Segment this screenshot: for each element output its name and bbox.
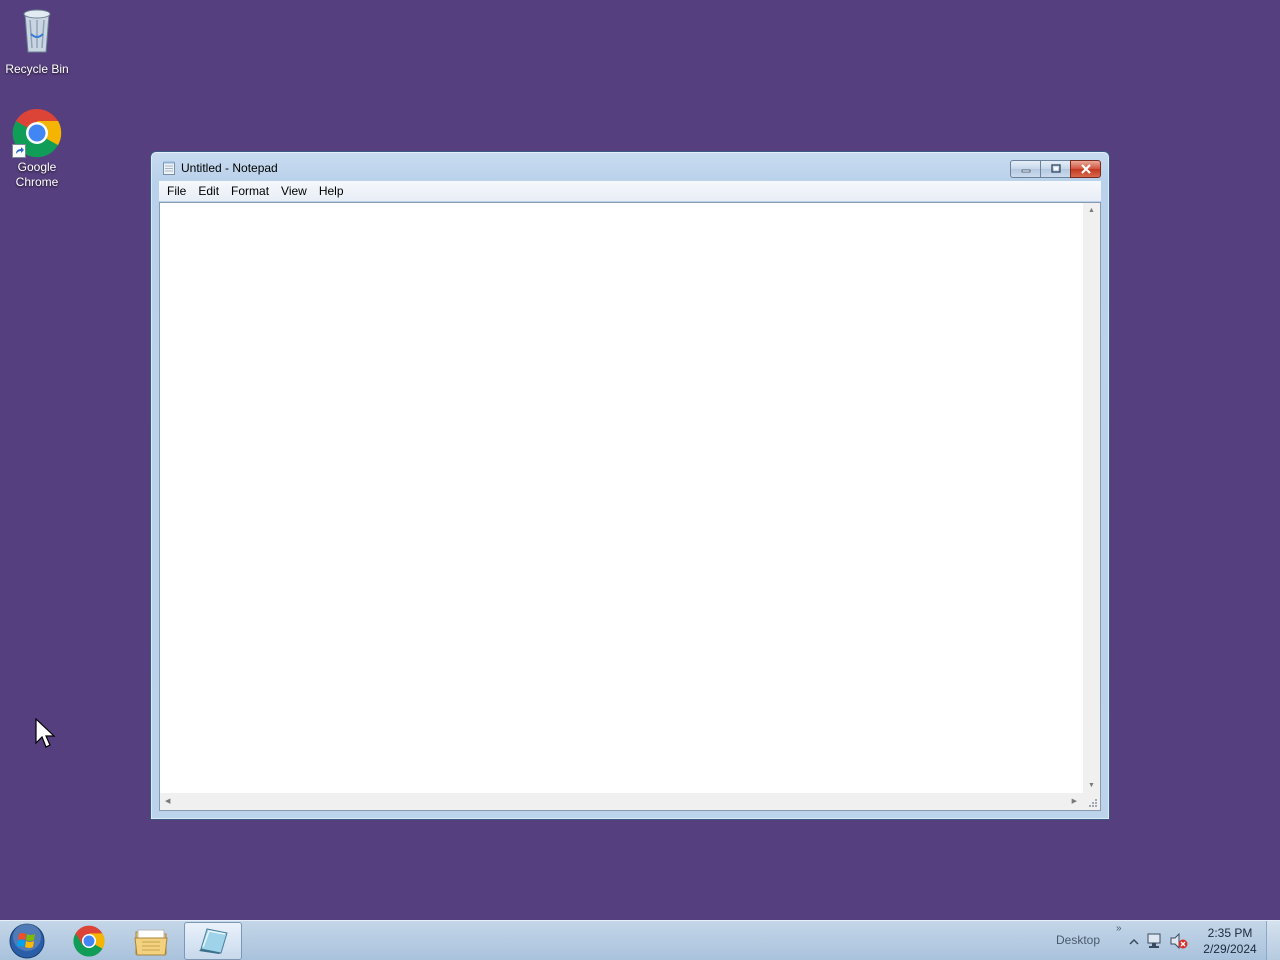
taskbar-notepad[interactable] bbox=[184, 922, 242, 960]
mouse-cursor-icon bbox=[35, 717, 57, 753]
window-title: Untitled - Notepad bbox=[181, 161, 278, 175]
vertical-scrollbar[interactable]: ▲ ▼ bbox=[1083, 203, 1100, 793]
start-button[interactable] bbox=[4, 922, 50, 960]
maximize-icon bbox=[1050, 164, 1061, 173]
desktop-icon-label: Chrome bbox=[15, 175, 59, 189]
network-icon[interactable] bbox=[1146, 933, 1164, 952]
taskbar-file-explorer[interactable] bbox=[122, 922, 180, 960]
desktop-icon-label: Recycle Bin bbox=[5, 62, 69, 76]
desktop-icon-recycle-bin[interactable]: Recycle Bin bbox=[0, 6, 74, 77]
minimize-icon bbox=[1021, 169, 1030, 173]
menu-file[interactable]: File bbox=[161, 181, 192, 201]
menu-view[interactable]: View bbox=[275, 181, 313, 201]
desktop-icon-google-chrome[interactable]: Google Chrome bbox=[0, 108, 74, 190]
scroll-right-arrow-icon[interactable]: ▶ bbox=[1072, 797, 1077, 805]
taskbar-chrome[interactable] bbox=[60, 922, 118, 960]
chrome-icon bbox=[73, 925, 105, 957]
horizontal-scrollbar[interactable]: ◀ ▶ bbox=[160, 793, 1083, 810]
scroll-down-arrow-icon[interactable]: ▼ bbox=[1088, 782, 1095, 789]
close-icon bbox=[1080, 164, 1091, 174]
taskbar: Desktop » 2:35 PM 2/29/2024 bbox=[0, 920, 1280, 960]
menu-bar: File Edit Format View Help bbox=[159, 181, 1101, 201]
file-explorer-icon bbox=[134, 929, 168, 956]
close-button[interactable] bbox=[1070, 160, 1101, 178]
show-desktop-button[interactable] bbox=[1266, 921, 1280, 960]
desktop-icon-label: Google bbox=[17, 160, 57, 174]
notepad-icon bbox=[199, 928, 228, 954]
resize-grip-icon bbox=[1089, 799, 1097, 807]
volume-muted-icon[interactable] bbox=[1170, 932, 1188, 952]
clock-time: 2:35 PM bbox=[1207, 926, 1253, 940]
title-bar[interactable]: Untitled - Notepad bbox=[151, 152, 1109, 182]
system-tray: Desktop » 2:35 PM 2/29/2024 bbox=[1020, 921, 1280, 960]
text-area[interactable] bbox=[160, 203, 1083, 793]
resize-grip[interactable] bbox=[1083, 793, 1100, 810]
scroll-left-arrow-icon[interactable]: ◀ bbox=[165, 797, 170, 805]
notepad-icon bbox=[163, 161, 175, 175]
shortcut-arrow-icon bbox=[12, 144, 26, 158]
chrome-icon bbox=[12, 108, 62, 158]
clock-date: 2/29/2024 bbox=[1203, 942, 1257, 956]
clock[interactable]: 2:35 PM 2/29/2024 bbox=[1198, 925, 1262, 957]
recycle-bin-icon bbox=[0, 6, 74, 60]
menu-format[interactable]: Format bbox=[225, 181, 275, 201]
desktop-toolbar-label[interactable]: Desktop bbox=[1056, 933, 1100, 947]
show-hidden-icons-icon[interactable] bbox=[1129, 935, 1139, 949]
menu-help[interactable]: Help bbox=[313, 181, 350, 201]
toolbar-chevron-icon[interactable]: » bbox=[1116, 923, 1122, 934]
maximize-button[interactable] bbox=[1040, 160, 1070, 178]
notepad-window[interactable]: Untitled - Notepad File Edit Format View… bbox=[150, 151, 1110, 820]
scroll-up-arrow-icon[interactable]: ▲ bbox=[1088, 207, 1095, 214]
start-orb-icon bbox=[9, 923, 45, 959]
minimize-button[interactable] bbox=[1010, 160, 1040, 178]
menu-edit[interactable]: Edit bbox=[192, 181, 225, 201]
editor-frame: ▲ ▼ ◀ ▶ bbox=[159, 202, 1101, 811]
